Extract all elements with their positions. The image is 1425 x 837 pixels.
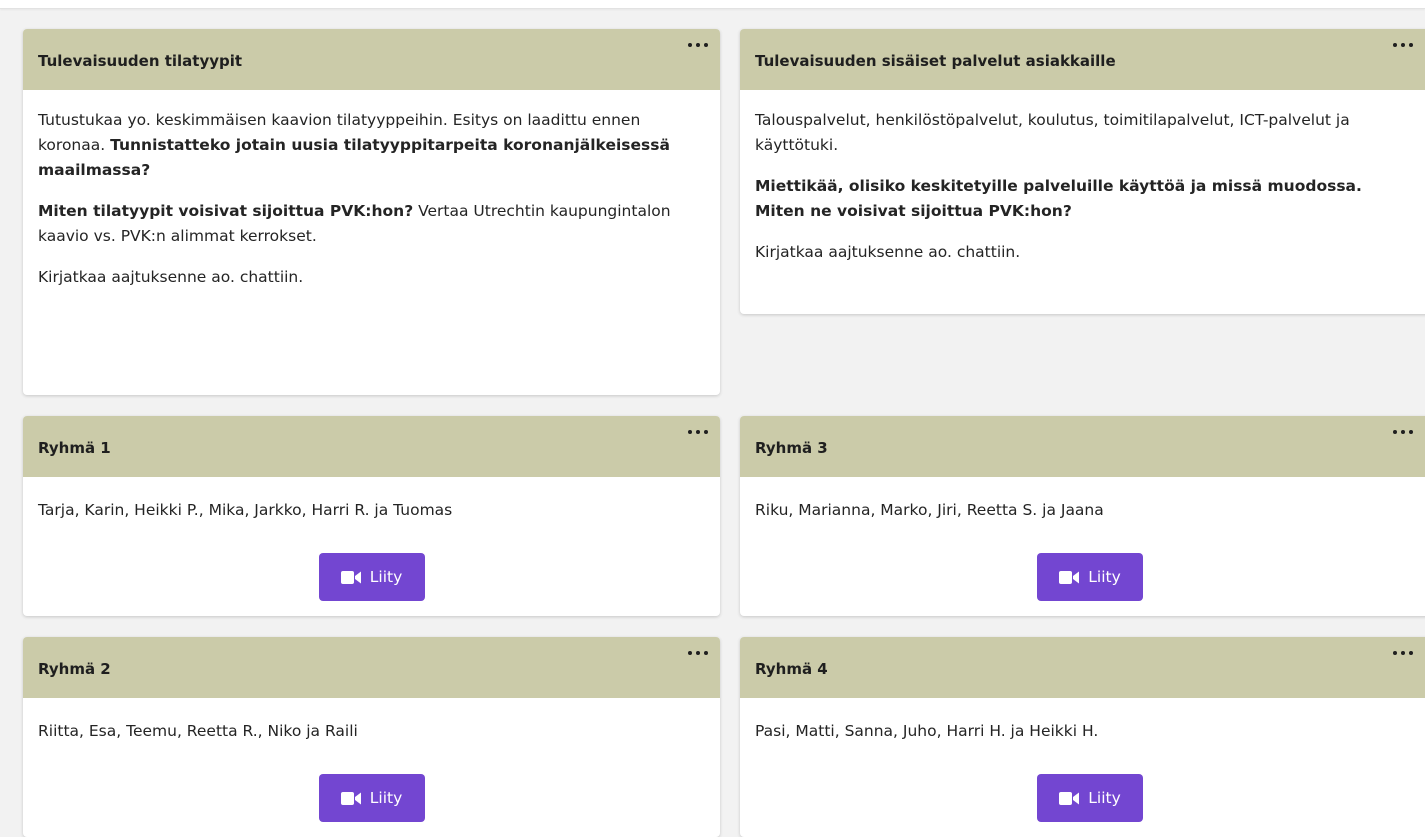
- group-title: Ryhmä 1: [38, 438, 111, 457]
- card-future-space-types: Tulevaisuuden tilatyypit Tutustukaa yo. …: [23, 29, 720, 395]
- video-camera-icon: [1059, 570, 1080, 584]
- paragraph-1: Tutustukaa yo. keskimmäisen kaavion tila…: [38, 108, 705, 183]
- join-button[interactable]: Liity: [318, 553, 425, 601]
- bold-question: Miten tilatyypit voisivat sijoittua PVK:…: [38, 202, 414, 220]
- join-label: Liity: [1088, 568, 1121, 586]
- card-body: Tutustukaa yo. keskimmäisen kaavion tila…: [23, 90, 720, 318]
- video-camera-icon: [340, 791, 361, 805]
- video-camera-icon: [1059, 791, 1080, 805]
- card-title: Tulevaisuuden sisäiset palvelut asiakkai…: [755, 51, 1116, 70]
- group-members: Tarja, Karin, Heikki P., Mika, Jarkko, H…: [38, 501, 453, 519]
- paragraph-2: Miten tilatyypit voisivat sijoittua PVK:…: [38, 199, 705, 249]
- paragraph-3: Kirjatkaa aajtuksenne ao. chattiin.: [755, 243, 1021, 261]
- group-card-2: Ryhmä 2 Riitta, Esa, Teemu, Reetta R., N…: [23, 637, 720, 837]
- group-card-3: Ryhmä 3 Riku, Marianna, Marko, Jiri, Ree…: [740, 416, 1425, 616]
- card-header: Tulevaisuuden sisäiset palvelut asiakkai…: [740, 29, 1425, 90]
- group-title: Ryhmä 2: [38, 659, 111, 678]
- bold-question: Miettikää, olisiko keskitetyille palvelu…: [755, 177, 1362, 220]
- group-members: Riitta, Esa, Teemu, Reetta R., Niko ja R…: [38, 722, 358, 740]
- more-options-icon[interactable]: [688, 647, 708, 659]
- more-options-icon[interactable]: [1393, 39, 1413, 51]
- group-card-1: Ryhmä 1 Tarja, Karin, Heikki P., Mika, J…: [23, 416, 720, 616]
- group-members: Riku, Marianna, Marko, Jiri, Reetta S. j…: [755, 501, 1104, 519]
- join-label: Liity: [369, 789, 403, 807]
- card-header: Tulevaisuuden tilatyypit: [23, 29, 720, 90]
- bold-question: Tunnistatteko jotain uusia tilatyyppitar…: [38, 136, 670, 179]
- join-button[interactable]: Liity: [1037, 553, 1143, 601]
- group-title: Ryhmä 4: [755, 659, 828, 678]
- card-title: Tulevaisuuden tilatyypit: [38, 51, 243, 70]
- join-button-wrap: Liity: [23, 774, 720, 822]
- group-members: Pasi, Matti, Sanna, Juho, Harri H. ja He…: [755, 722, 1099, 740]
- card-header: Ryhmä 2: [23, 637, 720, 698]
- top-bar: [0, 0, 1425, 9]
- paragraph-1: Talouspalvelut, henkilöstöpalvelut, koul…: [755, 111, 1350, 154]
- join-label: Liity: [1088, 789, 1121, 807]
- card-header: Ryhmä 4: [740, 637, 1425, 698]
- paragraph-3: Kirjatkaa aajtuksenne ao. chattiin.: [38, 268, 304, 286]
- join-button[interactable]: Liity: [318, 774, 425, 822]
- more-options-icon[interactable]: [688, 426, 708, 438]
- join-button[interactable]: Liity: [1037, 774, 1143, 822]
- more-options-icon[interactable]: [688, 39, 708, 51]
- paragraph-2: Miettikää, olisiko keskitetyille palvelu…: [755, 174, 1412, 224]
- more-options-icon[interactable]: [1393, 647, 1413, 659]
- join-label: Liity: [369, 568, 403, 586]
- group-title: Ryhmä 3: [755, 438, 828, 457]
- card-header: Ryhmä 1: [23, 416, 720, 477]
- card-header: Ryhmä 3: [740, 416, 1425, 477]
- group-card-4: Ryhmä 4 Pasi, Matti, Sanna, Juho, Harri …: [740, 637, 1425, 837]
- video-camera-icon: [340, 570, 361, 584]
- join-button-wrap: Liity: [740, 553, 1425, 601]
- more-options-icon[interactable]: [1393, 426, 1413, 438]
- card-future-internal-services: Tulevaisuuden sisäiset palvelut asiakkai…: [740, 29, 1425, 314]
- join-button-wrap: Liity: [23, 553, 720, 601]
- join-button-wrap: Liity: [740, 774, 1425, 822]
- card-body: Talouspalvelut, henkilöstöpalvelut, koul…: [740, 90, 1425, 293]
